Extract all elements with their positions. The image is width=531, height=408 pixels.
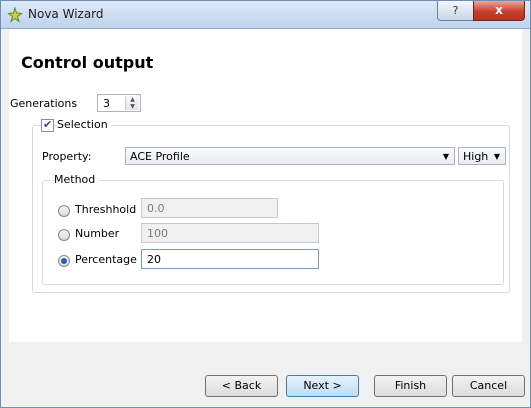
threshhold-input[interactable]: 0.0 [141, 198, 278, 218]
page-title: Control output [21, 53, 154, 72]
property-combobox[interactable]: ACE Profile ▼ [125, 147, 455, 165]
help-button[interactable]: ? [437, 1, 474, 21]
window-title: Nova Wizard [28, 7, 104, 21]
help-icon: ? [452, 4, 459, 17]
number-label[interactable]: Number [75, 227, 119, 240]
selection-checkbox[interactable]: ✔ [41, 118, 54, 132]
cancel-button[interactable]: Cancel [452, 375, 525, 397]
threshhold-label[interactable]: Threshhold [75, 203, 136, 216]
number-value: 100 [147, 227, 168, 240]
number-radio[interactable] [58, 229, 70, 241]
percentage-input[interactable]: 20 [141, 249, 319, 269]
chevron-down-icon: ▼ [493, 152, 500, 161]
number-input[interactable]: 100 [141, 223, 319, 243]
level-value: High [463, 150, 489, 163]
percentage-label[interactable]: Percentage [75, 253, 137, 266]
spin-down-icon[interactable]: ▼ [126, 103, 139, 110]
generations-spinbox[interactable]: 3 ▲ ▼ [97, 94, 141, 112]
spin-arrows[interactable]: ▲ ▼ [125, 96, 139, 110]
wizard-window: Nova Wizard ? x Control output Generatio… [0, 0, 531, 408]
radio-selected-dot [61, 258, 67, 264]
percentage-radio[interactable] [58, 255, 70, 267]
threshhold-value: 0.0 [147, 202, 165, 215]
property-value: ACE Profile [130, 150, 190, 163]
percentage-value: 20 [147, 253, 161, 266]
threshhold-radio[interactable] [58, 205, 70, 217]
app-star-icon [7, 7, 23, 23]
close-icon: x [495, 3, 503, 17]
generations-value: 3 [103, 97, 110, 110]
finish-button[interactable]: Finish [374, 375, 447, 397]
method-label: Method [51, 173, 99, 186]
back-button[interactable]: < Back [205, 375, 278, 397]
close-button[interactable]: x [473, 1, 525, 21]
title-bar[interactable]: Nova Wizard ? x [1, 1, 530, 29]
checkmark-icon: ✔ [43, 118, 53, 131]
property-label: Property: [42, 150, 92, 163]
selection-label[interactable]: Selection [57, 118, 111, 131]
next-button[interactable]: Next > [286, 375, 359, 397]
spin-up-icon[interactable]: ▲ [126, 96, 139, 103]
chevron-down-icon: ▼ [442, 152, 449, 161]
level-combobox[interactable]: High ▼ [458, 147, 506, 165]
generations-label: Generations [10, 97, 78, 110]
wizard-page: Control output Generations 3 ▲ ▼ ✔ Selec… [9, 29, 522, 342]
